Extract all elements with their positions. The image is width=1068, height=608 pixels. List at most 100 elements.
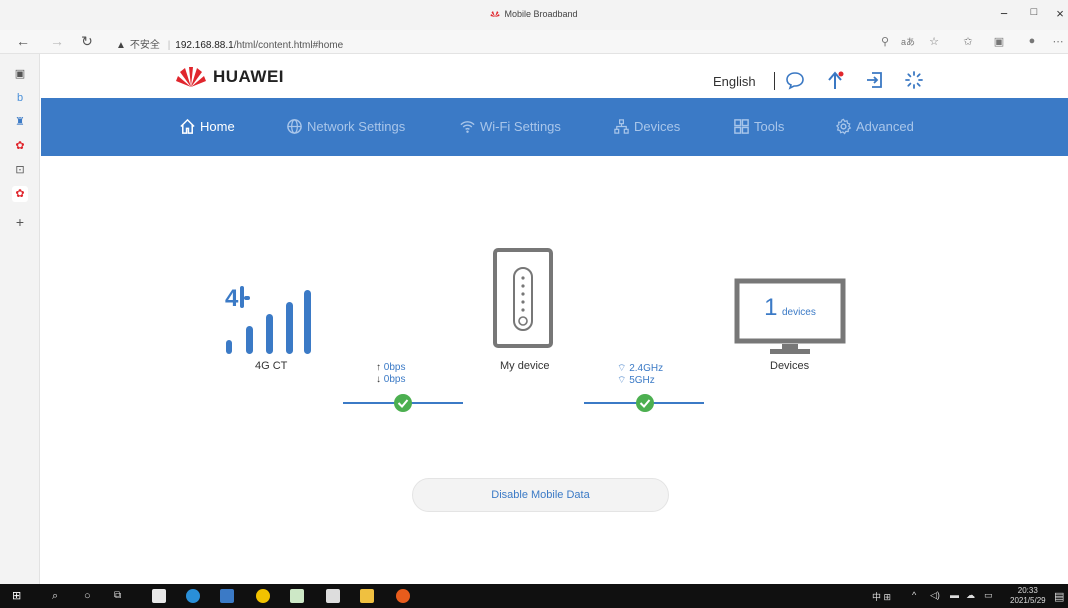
- search-icon[interactable]: ⌕: [52, 589, 66, 603]
- devices-tree-icon: [614, 119, 629, 134]
- huawei-tab-icon[interactable]: ✿: [12, 138, 28, 154]
- input-method-icon[interactable]: 中 ⊞: [872, 590, 891, 603]
- key-icon[interactable]: ⚲: [877, 35, 893, 48]
- tray-arrow-icon[interactable]: ^: [912, 590, 916, 600]
- cortana-icon[interactable]: ○: [84, 589, 98, 603]
- nav-devices[interactable]: Devices: [613, 118, 680, 135]
- profile-icon[interactable]: ●: [1024, 35, 1040, 47]
- forward-icon[interactable]: →: [48, 33, 66, 49]
- security-label: 不安全: [129, 40, 160, 51]
- language-selector[interactable]: English: [713, 74, 756, 89]
- favorites-icon[interactable]: ✩: [960, 35, 976, 48]
- maximize-button[interactable]: □: [1024, 6, 1044, 18]
- onedrive-icon[interactable]: ☁: [966, 590, 975, 601]
- edge-icon[interactable]: [186, 589, 200, 603]
- download-rate-value: 0bps: [383, 374, 406, 385]
- notifications-icon[interactable]: ▤: [1054, 590, 1064, 603]
- wifi-band-2: ⌔ 5GHz: [617, 374, 655, 387]
- more-icon[interactable]: ⋯: [1050, 35, 1066, 48]
- start-icon[interactable]: ⊞: [12, 589, 26, 603]
- wifi-band-1-icon: ⌔: [617, 363, 627, 374]
- globe-icon: [287, 119, 302, 134]
- warning-icon: ▲: [116, 40, 126, 51]
- clock-time: 20:33: [1017, 586, 1038, 595]
- network-tray-icon[interactable]: ▬: [950, 590, 959, 600]
- app-icon[interactable]: ♜: [12, 114, 28, 130]
- download-rate: ↓ 0bps: [376, 374, 405, 385]
- nav-devices-label: Devices: [634, 119, 681, 134]
- url-field[interactable]: ▲ 不安全 | 192.168.88.1/html/content.html#hom…: [116, 36, 343, 51]
- collections-icon[interactable]: ▣: [991, 35, 1007, 48]
- app-blue-icon[interactable]: [220, 589, 234, 603]
- add-tab-icon[interactable]: +: [12, 214, 28, 230]
- huawei-logo-icon: [490, 11, 500, 17]
- page-header: HUAWEI English: [41, 54, 1068, 98]
- bing-icon[interactable]: b: [12, 90, 28, 106]
- upload-rate: ↑ 0bps: [376, 362, 405, 373]
- close-button[interactable]: ×: [1050, 6, 1068, 21]
- window-titlebar: Mobile Broadband − □ ×: [0, 0, 1068, 30]
- nav-home[interactable]: Home: [179, 118, 235, 135]
- clock-date: 2021/5/29: [1010, 596, 1046, 605]
- brand: HUAWEI: [175, 66, 284, 88]
- device-count: 1: [764, 294, 778, 321]
- wifi-icon: [460, 121, 475, 133]
- task-view-icon[interactable]: ⧉: [114, 589, 128, 603]
- devices-label: Devices: [770, 360, 810, 372]
- connected-devices[interactable]: 1 devices: [734, 278, 846, 358]
- nav-wifi-settings[interactable]: Wi-Fi Settings: [459, 118, 561, 135]
- connection-diagram: 4 4G CT ↑ 0bps ↓ 0bps My device ⌔ 2.4GHz…: [41, 156, 1068, 584]
- network-type-label: 4G CT: [255, 360, 288, 372]
- nav-tools[interactable]: Tools: [733, 118, 784, 135]
- nav-tools-label: Tools: [754, 119, 785, 134]
- nav-network-settings[interactable]: Network Settings: [286, 118, 405, 135]
- url-host: 192.168.88.1: [175, 40, 234, 51]
- upload-rate-value: 0bps: [383, 362, 406, 373]
- huawei-active-tab-icon[interactable]: ✿: [12, 186, 28, 202]
- nav-network-settings-label: Network Settings: [307, 119, 406, 134]
- main-nav: Home Network Settings Wi-Fi Settings Dev…: [41, 98, 1068, 156]
- read-aloud-icon[interactable]: aあ: [900, 35, 916, 48]
- windows-taskbar: ⊞ ⌕ ○ ⧉ 中 ⊞ ^ ◁) ▬ ☁ ▭ 20:33 2021/5/29 ▤: [0, 584, 1068, 608]
- notepad-icon[interactable]: [290, 589, 304, 603]
- system-clock[interactable]: 20:33 2021/5/29: [1010, 586, 1046, 606]
- tab-actions-icon[interactable]: ▣: [12, 66, 28, 82]
- update-icon[interactable]: [824, 69, 846, 91]
- logout-icon[interactable]: [864, 69, 886, 91]
- nav-advanced-label: Advanced: [856, 119, 914, 134]
- wifi-band-1-label: 2.4GHz: [629, 363, 664, 374]
- store-icon[interactable]: [152, 589, 166, 603]
- wifi-band-2-label: 5GHz: [629, 375, 655, 386]
- minimize-button[interactable]: −: [994, 6, 1014, 21]
- download-arrow-icon: ↓: [376, 374, 381, 385]
- tab-title: Mobile Broadband: [504, 9, 578, 19]
- nav-advanced[interactable]: Advanced: [835, 118, 914, 135]
- app-yellow-icon[interactable]: [256, 589, 270, 603]
- firefox-icon[interactable]: [396, 589, 410, 603]
- volume-icon[interactable]: ◁): [930, 590, 940, 601]
- wan-ok-icon: [394, 394, 412, 412]
- device-count-unit: devices: [781, 307, 816, 318]
- outlook-icon[interactable]: ⊡: [12, 162, 28, 178]
- message-icon[interactable]: [784, 69, 806, 91]
- back-icon[interactable]: ←: [14, 33, 32, 49]
- window-title: Mobile Broadband: [0, 9, 1068, 19]
- refresh-icon[interactable]: ↻: [78, 33, 96, 50]
- router-device-icon: [493, 248, 553, 348]
- header-divider: [774, 72, 775, 90]
- lan-ok-icon: [636, 394, 654, 412]
- gear-icon: [835, 118, 852, 135]
- upload-arrow-icon: ↑: [376, 362, 381, 373]
- svg-text:4: 4: [225, 285, 239, 312]
- file-explorer-icon[interactable]: [360, 589, 374, 603]
- battery-icon[interactable]: ▭: [984, 590, 993, 601]
- brand-name: HUAWEI: [213, 67, 284, 86]
- nav-wifi-settings-label: Wi-Fi Settings: [480, 119, 561, 134]
- add-favorite-icon[interactable]: ☆: [926, 35, 942, 48]
- app-grey-icon[interactable]: [326, 589, 340, 603]
- nav-home-label: Home: [200, 119, 235, 134]
- home-icon: [180, 118, 195, 134]
- browser-sidebar: ▣ b ♜ ✿ ⊡ ✿ +: [0, 54, 40, 584]
- router-page: HUAWEI English Home Network Settings Wi-…: [41, 54, 1068, 584]
- disable-mobile-data-button[interactable]: Disable Mobile Data: [412, 478, 669, 512]
